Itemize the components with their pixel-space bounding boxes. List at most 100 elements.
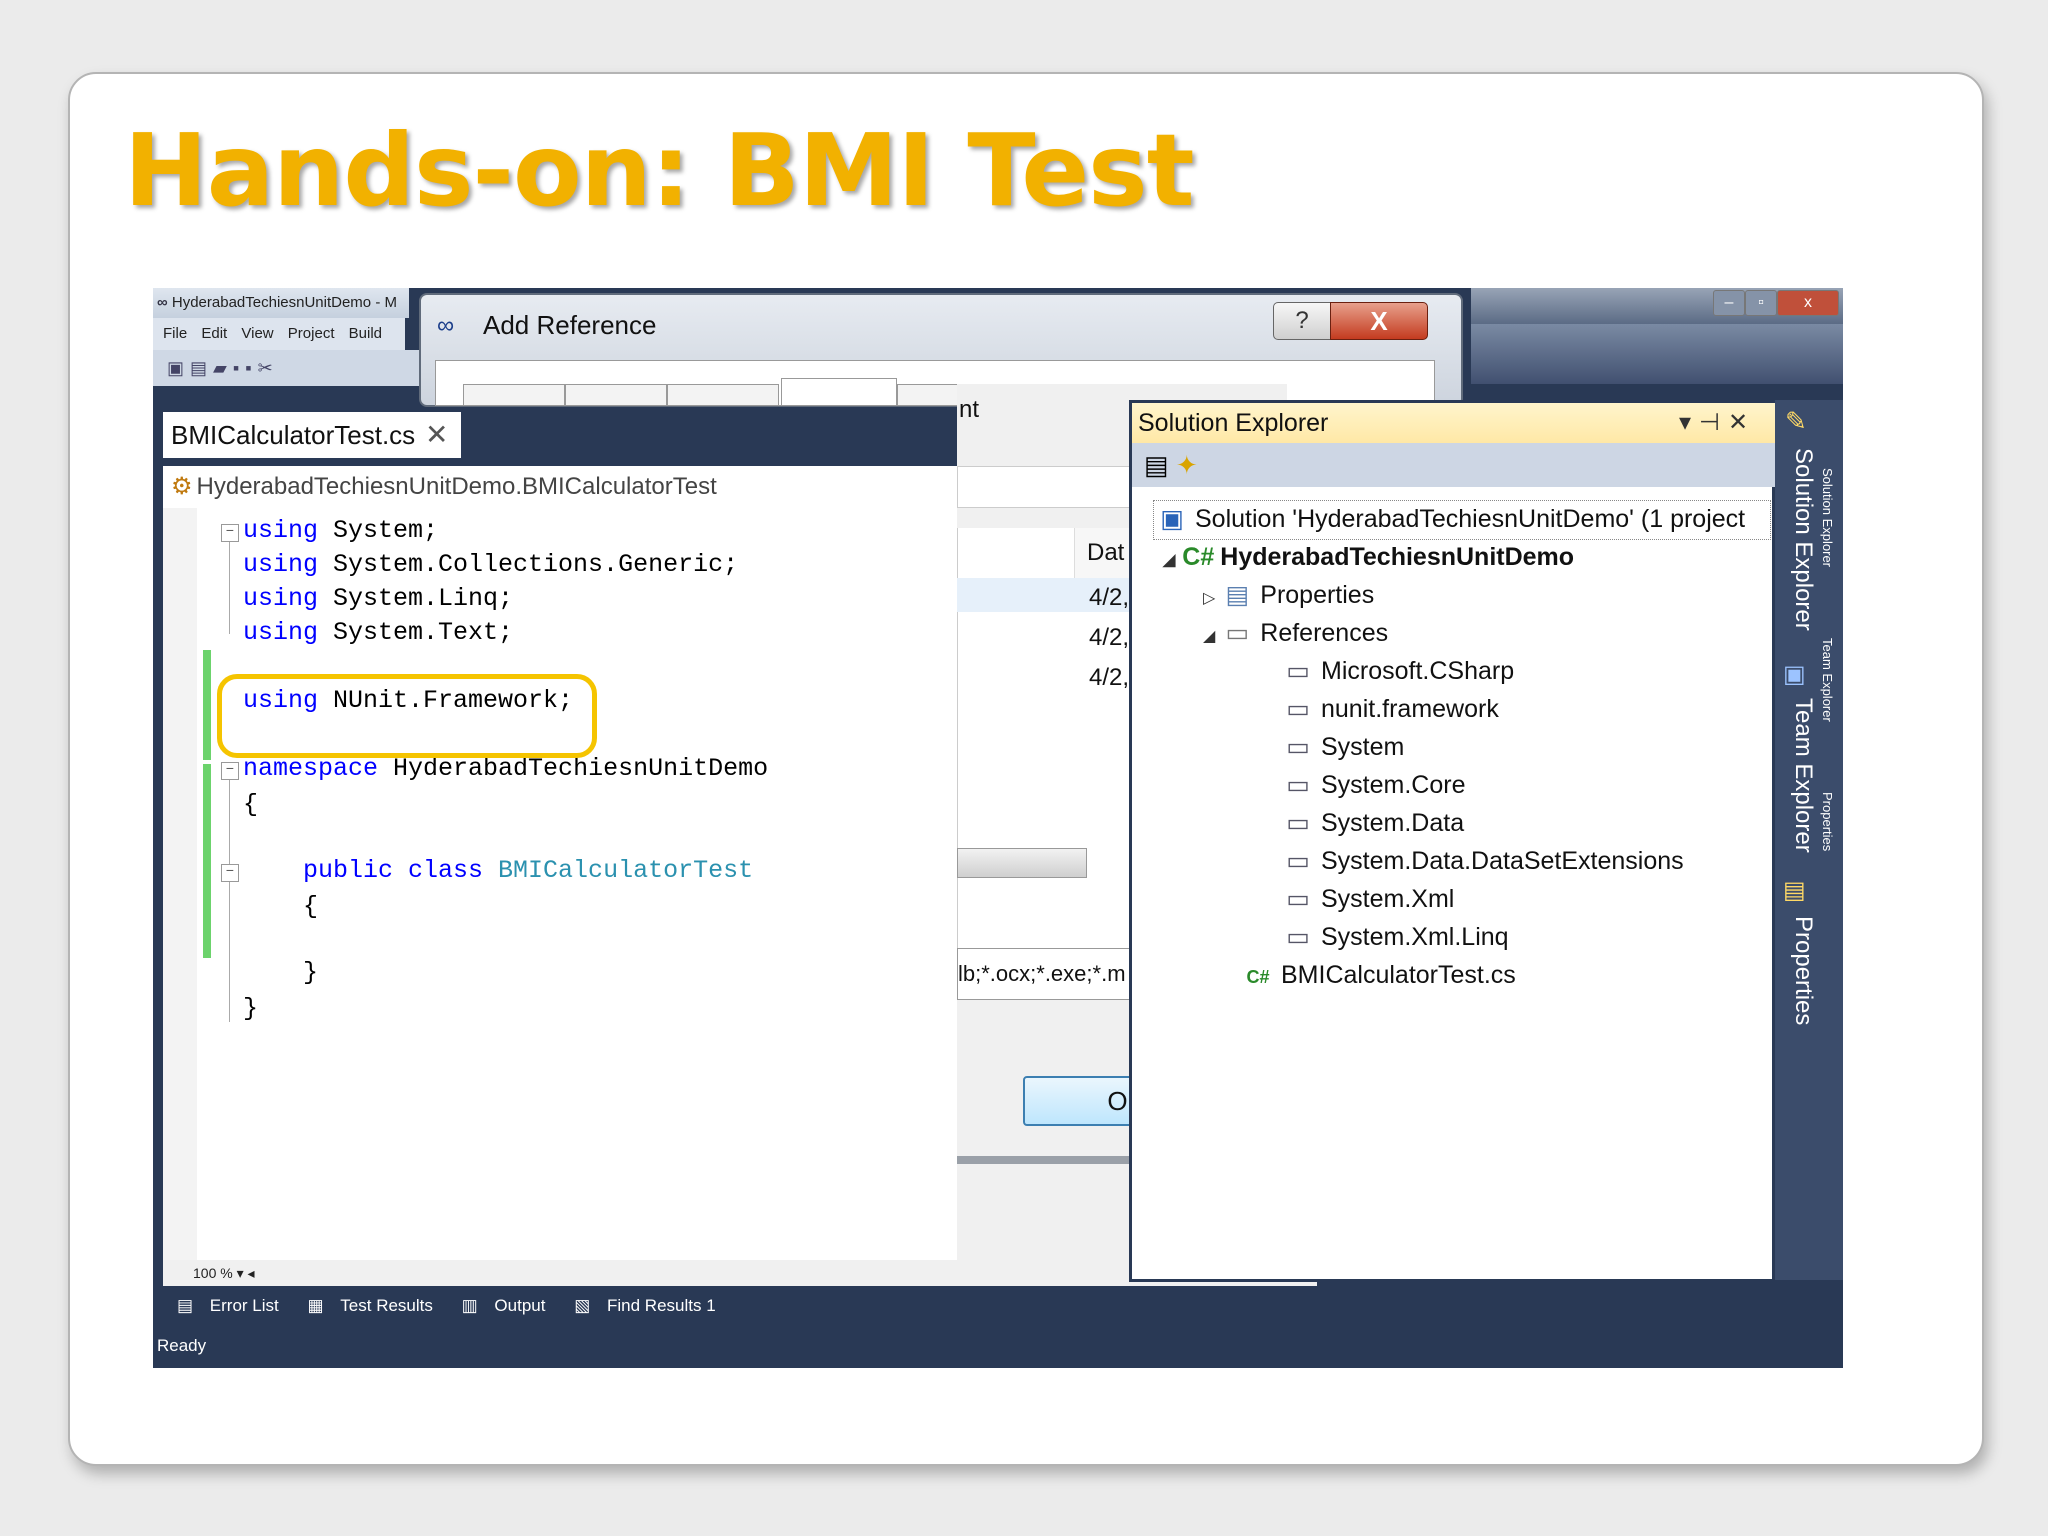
show-all-files-icon[interactable]: ✦ (1176, 450, 1198, 480)
menu-file[interactable]: File (163, 325, 187, 342)
reference-icon: ▭ (1286, 733, 1310, 761)
vs-window-background (1471, 324, 1843, 384)
dialog-tab[interactable] (463, 384, 565, 405)
minimize-button[interactable]: – (1713, 290, 1745, 316)
tree-item-reference[interactable]: ▭ System.Xml.Linq (1283, 920, 1508, 954)
dock-tab-team-explorer[interactable]: Team Explorer (1789, 698, 1817, 853)
dialog-horizontal-scrollbar[interactable] (957, 848, 1087, 878)
tree-item-file[interactable]: C# BMICalculatorTest.cs (1243, 958, 1515, 994)
tree-item-solution[interactable]: ▣ Solution 'HyderabadTechiesnUnitDemo' (1… (1157, 502, 1745, 536)
tree-item-reference[interactable]: ▭ System.Data.DataSetExtensions (1283, 844, 1683, 878)
reference-icon: ▭ (1286, 885, 1310, 913)
editor-navigation-bar[interactable]: ⚙ HyderabadTechiesnUnitDemo.BMICalculator… (163, 466, 957, 509)
tree-item-reference[interactable]: ▭ System.Core (1283, 768, 1465, 802)
tab-output[interactable]: ▥ Output (450, 1296, 546, 1315)
zoom-level[interactable]: 100 % (193, 1265, 233, 1281)
dock-tab-solution-explorer[interactable]: Solution Explorer (1789, 448, 1817, 631)
code-line: { (243, 790, 259, 819)
tree-item-properties[interactable]: ▷ ▤ Properties (1203, 578, 1374, 616)
dialog-date-cell: 4/2, (1089, 624, 1130, 651)
menu-build[interactable]: Build (349, 325, 382, 342)
window-close-button[interactable]: x (1777, 290, 1839, 316)
collapse-class-toggle[interactable]: − (221, 864, 239, 882)
menu-project[interactable]: Project (288, 325, 335, 342)
menu-view[interactable]: View (241, 325, 273, 342)
tree-item-reference[interactable]: ▭ System (1283, 730, 1404, 764)
code-line: using System; (243, 516, 439, 545)
code-line: } (243, 994, 259, 1023)
close-icon[interactable]: ✕ (425, 412, 448, 458)
dialog-title: Add Reference (483, 310, 657, 340)
test-results-icon: ▦ (307, 1296, 324, 1315)
fold-guide (229, 882, 230, 1022)
change-indicator-bar (203, 764, 211, 958)
vs-logo-icon: ∞ (157, 294, 172, 311)
code-line: } (303, 958, 319, 987)
vs-toolbar: ▣▤▰▪▪✂ (153, 350, 419, 386)
reference-icon: ▭ (1286, 771, 1310, 799)
code-line: using System.Linq; (243, 584, 514, 613)
tab-error-list[interactable]: ▤ Error List (165, 1296, 279, 1315)
vs-window-title: HyderabadTechiesnUnitDemo - M (171, 294, 397, 311)
tree-item-reference[interactable]: ▭ System.Xml (1283, 882, 1454, 916)
csharp-file-icon: C# (1246, 967, 1270, 987)
dock-tab-properties[interactable]: Properties (1789, 916, 1817, 1025)
expanded-arrow-icon[interactable]: ◢ (1203, 628, 1215, 645)
new-project-icon[interactable]: ▣ (167, 358, 190, 378)
dock-mini-tab-solution-explorer[interactable]: Solution Explorer (1820, 468, 1835, 567)
collapse-usings-toggle[interactable]: − (221, 524, 239, 542)
dock-mini-tab-properties[interactable]: Properties (1820, 792, 1835, 851)
vs-titlebar: ∞ HyderabadTechiesnUnitDemo - M (153, 288, 409, 318)
tree-item-reference[interactable]: ▭ nunit.framework (1283, 692, 1499, 726)
solution-explorer-toolbar: ▤ ✦ (1132, 443, 1784, 487)
reference-icon: ▭ (1286, 847, 1310, 875)
chevron-down-icon[interactable]: ▾ (237, 1265, 244, 1281)
output-icon: ▥ (461, 1296, 478, 1315)
cut-icon[interactable]: ✂ (258, 358, 279, 378)
close-icon[interactable]: ✕ (1728, 409, 1756, 436)
dock-mini-tab-team-explorer[interactable]: Team Explorer (1820, 638, 1835, 722)
collapsed-arrow-icon[interactable]: ▷ (1203, 590, 1215, 607)
tab-test-results[interactable]: ▦ Test Results (296, 1296, 433, 1315)
tree-item-project[interactable]: ◢ C# HyderabadTechiesnUnitDemo (1163, 540, 1574, 578)
code-line: using System.Collections.Generic; (243, 550, 739, 579)
tree-item-reference[interactable]: ▭ System.Data (1283, 806, 1464, 840)
dialog-close-button[interactable]: X (1330, 302, 1428, 340)
dialog-help-button[interactable]: ? (1273, 302, 1331, 340)
solution-icon: ▣ (1160, 505, 1184, 533)
panel-title-buttons: ▾⊣✕ (1679, 403, 1756, 443)
tab-find-results[interactable]: ▧ Find Results 1 (562, 1296, 715, 1315)
dialog-tab-label: nt (959, 396, 980, 423)
properties-icon[interactable]: ▤ (1144, 450, 1169, 480)
dialog-logo-icon: ∞ (437, 312, 455, 339)
vs-menubar: File Edit View Project Build (153, 318, 405, 350)
chevron-down-icon[interactable]: ▾ (1679, 409, 1699, 436)
editor-tab-bmicalculatortest[interactable]: BMICalculatorTest.cs (163, 412, 461, 458)
pin-icon[interactable]: ⊣ (1699, 409, 1728, 436)
tree-item-references[interactable]: ◢ ▭ References (1203, 616, 1388, 654)
tree-item-reference[interactable]: ▭ Microsoft.CSharp (1283, 654, 1514, 688)
add-item-icon[interactable]: ▤ (190, 358, 213, 378)
editor-nav-path: HyderabadTechiesnUnitDemo.BMICalculatorT… (196, 473, 717, 500)
collapse-namespace-toggle[interactable]: − (221, 762, 239, 780)
bottom-tool-tabs: ▤ Error List ▦ Test Results ▥ Output ▧ F… (153, 1286, 1843, 1326)
dialog-tab-selected[interactable] (781, 378, 897, 405)
save-icon[interactable]: ▪ (233, 358, 245, 378)
dialog-tab[interactable] (667, 384, 779, 405)
reference-icon: ▭ (1286, 809, 1310, 837)
reference-icon: ▭ (1286, 695, 1310, 723)
references-folder-icon: ▭ (1225, 619, 1250, 647)
error-list-icon: ▤ (177, 1296, 194, 1315)
open-folder-icon[interactable]: ▰ (213, 358, 233, 378)
scroll-left-icon[interactable]: ◂ (248, 1265, 255, 1281)
dialog-tab[interactable] (565, 384, 667, 405)
visual-studio-screenshot: ∞ HyderabadTechiesnUnitDemo - M File Edi… (153, 288, 1843, 1368)
slide-title: Hands-on: BMI Test (124, 112, 1194, 229)
expanded-arrow-icon[interactable]: ◢ (1163, 552, 1175, 569)
maximize-button[interactable]: ▫ (1745, 290, 1777, 316)
reference-icon: ▭ (1286, 657, 1310, 685)
save-all-icon[interactable]: ▪ (245, 358, 257, 378)
find-results-icon: ▧ (574, 1296, 591, 1315)
dialog-date-cell: 4/2, (1089, 664, 1130, 691)
menu-edit[interactable]: Edit (201, 325, 227, 342)
